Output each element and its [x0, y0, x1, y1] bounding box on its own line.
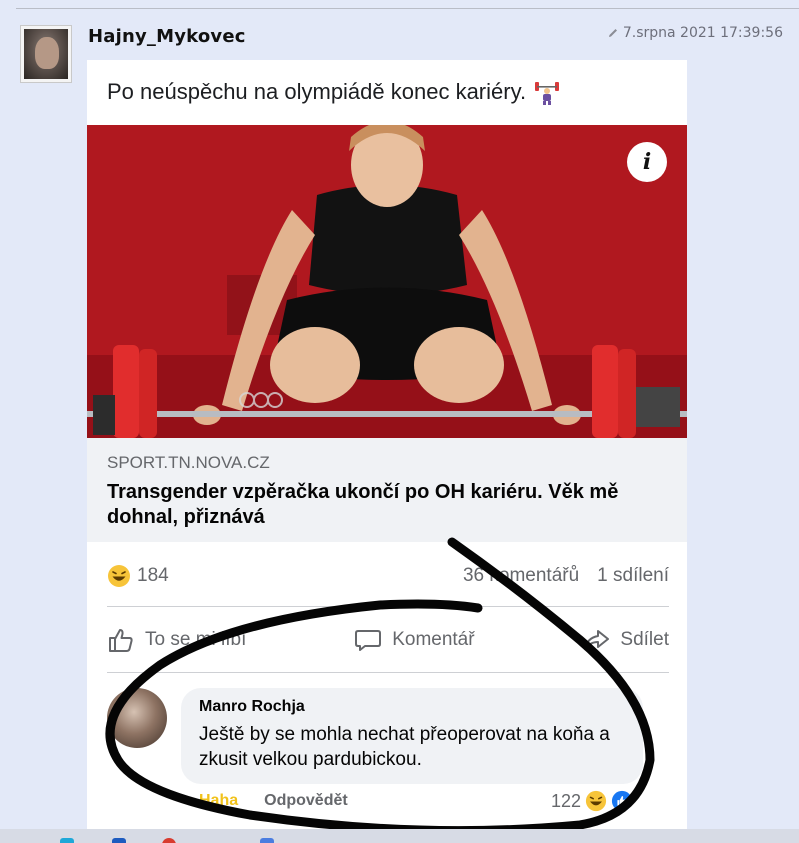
comment-bubble: Manro Rochja Ještě by se mohla nechat př… [181, 688, 643, 784]
comment-icon [355, 630, 382, 651]
post-date-text: 7.srpna 2021 17:39:56 [622, 25, 783, 41]
comment-label: Komentář [392, 629, 475, 650]
comment-reactions[interactable]: 122 [551, 790, 633, 812]
pencil-icon[interactable] [607, 27, 619, 39]
like-label: To se mi líbí [145, 629, 247, 650]
comment-reactions-count: 122 [550, 790, 581, 811]
like-icon [109, 629, 133, 652]
facebook-post-screenshot: Po neúspěchu na olympiádě konec kariéry. [87, 60, 687, 843]
link-preview[interactable]: SPORT.TN.NOVA.CZ Transgender vzpěračka u… [87, 438, 687, 542]
comment-haha-link[interactable]: Haha [199, 792, 238, 810]
fb-status-text: Po neúspěchu na olympiádě konec kariéry. [107, 79, 527, 104]
haha-emoji-icon [585, 790, 607, 812]
like-button[interactable]: To se mi líbí [107, 627, 246, 653]
taskbar-app-icon[interactable] [112, 838, 126, 843]
weightlifter-photo [87, 125, 687, 438]
top-rule [16, 8, 799, 9]
taskbar-app-icon[interactable] [60, 838, 74, 843]
user-avatar[interactable] [20, 25, 72, 83]
comment-author[interactable]: Manro Rochja [199, 698, 625, 716]
post-username[interactable]: Hajny_Mykovec [88, 26, 246, 47]
share-icon [584, 630, 610, 650]
info-icon[interactable]: i [627, 142, 667, 182]
taskbar [0, 829, 799, 843]
haha-emoji-icon[interactable] [107, 564, 131, 588]
lifter-emoji-icon [535, 82, 560, 105]
share-button[interactable]: Sdílet [582, 627, 669, 653]
fb-status: Po neúspěchu na olympiádě konec kariéry. [107, 78, 560, 106]
divider [107, 606, 669, 607]
shares-count[interactable]: 1 sdílení [597, 565, 669, 587]
comment-avatar[interactable] [107, 688, 167, 748]
actions-row: To se mi líbí Komentář Sdílet [107, 622, 669, 658]
avatar-photo [24, 29, 68, 79]
reaction-count[interactable]: 184 [137, 565, 169, 587]
taskbar-app-icon[interactable] [260, 838, 274, 843]
comment-text: Ještě by se mohla nechat přeoperovat na … [199, 724, 610, 770]
avatar-face [35, 37, 59, 69]
comment-meta: Haha Odpovědět 122 [199, 788, 639, 814]
comment-reply-link[interactable]: Odpovědět [264, 792, 348, 810]
article-image[interactable]: i [87, 125, 687, 438]
comment-button[interactable]: Komentář [354, 627, 475, 653]
like-reaction-icon [611, 790, 633, 812]
share-label: Sdílet [620, 629, 669, 650]
post-date: 7.srpna 2021 17:39:56 [607, 25, 783, 41]
link-title[interactable]: Transgender vzpěračka ukončí po OH karié… [107, 480, 667, 530]
comments-count[interactable]: 36 komentářů [463, 565, 579, 587]
divider [107, 672, 669, 673]
link-domain: SPORT.TN.NOVA.CZ [107, 453, 270, 472]
taskbar-app-icon[interactable] [162, 838, 176, 843]
reactions-row: 184 36 komentářů 1 sdílení [107, 560, 669, 592]
